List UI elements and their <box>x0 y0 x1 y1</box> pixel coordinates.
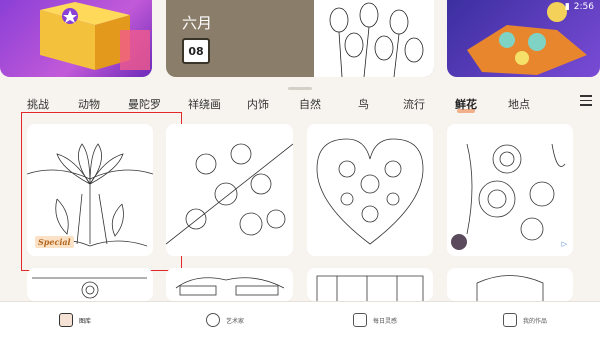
nav-gallery[interactable]: 图库 <box>0 302 150 338</box>
nav-artists-label: 艺术家 <box>225 317 244 325</box>
status-bar: ▮ 2:56 <box>565 0 594 14</box>
calendar-icon <box>352 313 367 327</box>
category-tabs: 挑战 动物 曼陀罗 祥绕画 内饰 自然 鸟 流行 鲜花 地点 <box>0 94 600 114</box>
card-row2-4[interactable] <box>447 268 573 301</box>
user-avatar[interactable] <box>451 234 467 250</box>
selection-highlight <box>21 112 182 271</box>
card-cherry-blossom[interactable] <box>166 124 293 256</box>
roses-lineart <box>466 143 566 241</box>
sunflower-lineart <box>32 277 147 299</box>
card-row2-2[interactable] <box>166 268 293 301</box>
cat-icon <box>205 313 220 327</box>
lettering-lineart <box>175 277 285 296</box>
tab-animals[interactable]: 动物 <box>78 96 100 112</box>
tab-flowers[interactable]: 鲜花 <box>455 96 477 113</box>
tab-places[interactable]: 地点 <box>508 96 530 112</box>
arch-lineart <box>476 275 544 301</box>
card-row2-1[interactable] <box>27 268 153 301</box>
nav-artists[interactable]: 艺术家 <box>150 302 300 338</box>
tab-interior[interactable]: 内饰 <box>247 96 269 112</box>
tab-popular[interactable]: 流行 <box>403 96 425 112</box>
nav-my-works[interactable]: 我的作品 <box>450 302 600 338</box>
street-lineart <box>316 275 424 301</box>
tab-challenge[interactable]: 挑战 <box>27 96 49 112</box>
status-time: 2:56 <box>573 2 594 12</box>
banner-gift[interactable] <box>0 0 152 77</box>
card-heart-flowers[interactable] <box>307 124 433 256</box>
banner-month: 六月 <box>182 14 213 32</box>
tab-birds[interactable]: 鸟 <box>358 96 369 112</box>
calendar-icon: 08 <box>182 38 210 64</box>
book-icon <box>58 313 73 327</box>
battery-icon: ▮ <box>564 2 570 12</box>
play-icon[interactable]: ▷ <box>562 240 567 248</box>
nav-gallery-label: 图库 <box>78 317 91 325</box>
bottom-nav: 图库 艺术家 每日灵感 我的作品 <box>0 301 600 338</box>
tab-zentangle[interactable]: 祥绕画 <box>188 96 221 112</box>
drag-handle[interactable] <box>288 87 312 90</box>
tab-mandala[interactable]: 曼陀罗 <box>128 96 161 112</box>
card-row2-3[interactable] <box>307 268 433 301</box>
banner-day: 08 <box>188 44 204 58</box>
tulip-lineart <box>314 0 434 77</box>
nav-daily-label: 每日灵感 <box>372 317 397 325</box>
banner-daily[interactable]: 六月 08 <box>166 0 434 77</box>
cherry-blossom-lineart <box>166 143 293 245</box>
menu-icon[interactable] <box>580 95 592 106</box>
nav-my-works-label: 我的作品 <box>522 317 547 325</box>
gift-box-illustration <box>40 2 150 70</box>
heart-lineart <box>316 138 424 245</box>
nav-daily[interactable]: 每日灵感 <box>300 302 450 338</box>
card-roses[interactable]: ▷ <box>447 124 573 256</box>
tab-nature[interactable]: 自然 <box>299 96 321 112</box>
artwork-icon <box>502 313 517 327</box>
